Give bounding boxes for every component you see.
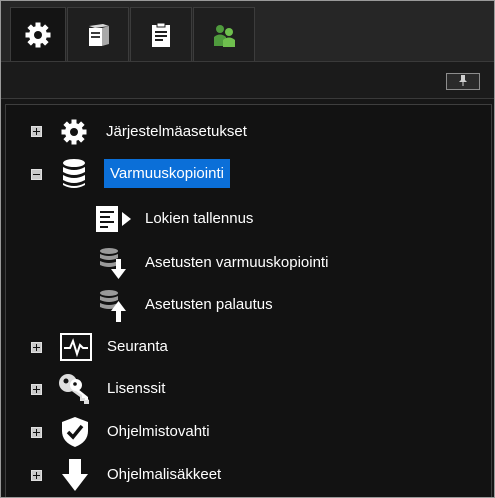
database-icon [59,157,89,191]
restore-up-icon [94,287,134,323]
tree-item-label: Lokien tallennus [145,210,254,227]
pin-button[interactable] [446,73,480,90]
server-icon [83,20,113,50]
tree-item-backup[interactable]: Varmuuskopiointi [6,154,489,194]
tree-item-plugins[interactable]: Ohjelmalisäkkeet [6,455,489,495]
tree-item-system-settings[interactable]: Järjestelmäasetukset [6,112,489,152]
keys-icon [57,372,93,406]
tab-servers[interactable] [67,7,129,61]
tree-item-label: Ohjelmalisäkkeet [107,466,222,483]
tree-item-monitoring[interactable]: Seuranta [6,327,489,367]
tree-item-settings-restore[interactable]: Asetusten palautus [6,285,489,325]
tree-item-settings-backup[interactable]: Asetusten varmuuskopiointi [6,243,489,283]
collapse-icon[interactable] [31,169,42,180]
log-save-icon [94,203,134,235]
tab-bar [1,1,494,61]
tree-item-label: Varmuuskopiointi [104,159,230,188]
expand-icon[interactable] [31,384,42,395]
tree-item-software-guard[interactable]: Ohjelmistovahti [6,412,489,452]
tree-item-label: Järjestelmäasetukset [106,123,247,140]
settings-tree: Järjestelmäasetukset Varmuuskopiointi Lo… [5,104,492,497]
tab-settings[interactable] [10,7,66,61]
settings-window: Järjestelmäasetukset Varmuuskopiointi Lo… [0,0,495,498]
tree-item-label: Ohjelmistovahti [107,423,210,440]
download-arrow-icon [60,457,90,493]
monitor-icon [59,331,93,363]
gear-icon [58,116,90,148]
expand-icon[interactable] [31,342,42,353]
clipboard-icon [146,20,176,50]
tree-item-label: Seuranta [107,338,168,355]
expand-icon[interactable] [31,126,42,137]
tab-reports[interactable] [130,7,192,61]
tree-item-label: Asetusten varmuuskopiointi [145,254,329,271]
users-icon [209,20,239,50]
backup-down-icon [94,245,134,281]
toolstrip [1,61,494,99]
tab-users[interactable] [193,7,255,61]
expand-icon[interactable] [31,470,42,481]
expand-icon[interactable] [31,427,42,438]
tree-item-log-save[interactable]: Lokien tallennus [6,199,489,239]
shield-check-icon [60,415,90,449]
tree-item-licenses[interactable]: Lisenssit [6,369,489,409]
tree-item-label: Lisenssit [107,380,166,397]
gear-icon [23,20,53,50]
pin-icon [458,73,468,91]
tree-item-label: Asetusten palautus [145,296,273,313]
